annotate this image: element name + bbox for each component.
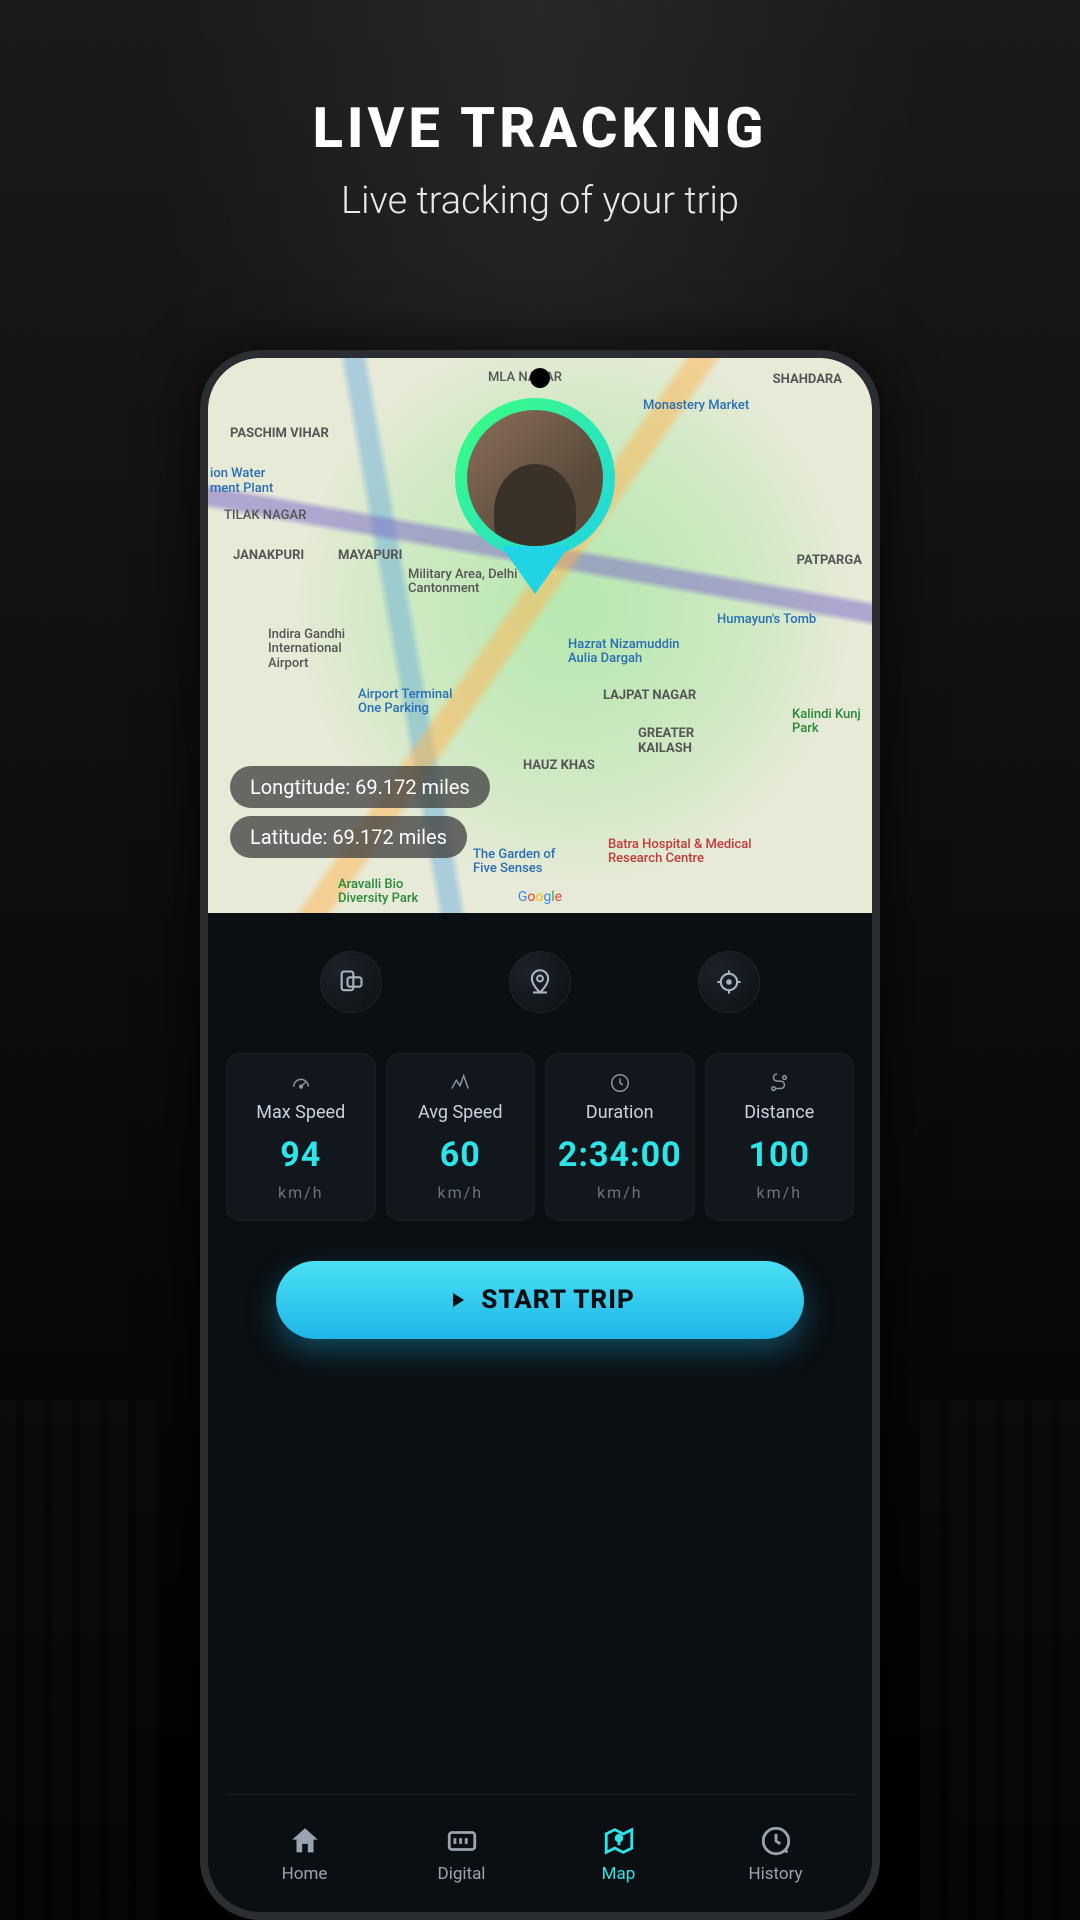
digital-icon [445,1824,479,1858]
map-place-label: HAUZ KHAS [523,758,595,773]
map-place-label: MAYAPURI [338,548,402,563]
stat-value: 2:34:00 [554,1135,686,1175]
gauge-icon [290,1072,312,1094]
map-place-label: SHAHDARA [773,372,842,387]
stat-label: Duration [554,1102,686,1123]
home-icon [288,1824,322,1858]
stat-label: Max Speed [235,1102,367,1123]
stat-unit: km/h [554,1183,686,1202]
bottom-nav: Home Digital Map History [226,1794,854,1912]
map-place-label: LAJPAT NAGAR [603,688,696,703]
avatar [467,410,603,546]
map-place-label: PATPARGA [797,553,862,568]
control-panel: Max Speed 94 km/h Avg Speed 60 km/h Dura… [208,913,872,1912]
route-icon [768,1072,790,1094]
map-place-label: MLA NAGAR [488,370,562,385]
nav-label: Map [602,1864,636,1884]
latitude-chip: Latitude: 69.172 miles [230,816,467,858]
hero-title: LIVE TRACKING [313,95,768,161]
map-place-label: Kalindi Kunj Park [792,708,862,737]
map-place-label: GREATER KAILASH [638,726,738,756]
stat-duration: Duration 2:34:00 km/h [545,1053,695,1221]
map-place-label: TILAK NAGAR [224,508,306,523]
map-place-label: The Garden of Five Senses [473,848,563,877]
map-place-label: Batra Hospital & Medical Research Centre [608,838,753,867]
rotate-device-icon [337,968,365,996]
map-place-label: JANAKPURI [233,548,304,563]
stat-distance: Distance 100 km/h [705,1053,855,1221]
stat-label: Distance [714,1102,846,1123]
phone-screen: MLA NAGAR SHAHDARA Monastery Market PASC… [208,358,872,1912]
avg-icon [449,1072,471,1094]
map-place-label: Hazrat Nizamuddin Aulia Dargah [568,638,688,667]
target-icon [715,968,743,996]
nav-digital[interactable]: Digital [383,1795,540,1912]
map-place-label: Humayun's Tomb [717,613,837,627]
start-trip-button[interactable]: START TRIP [276,1261,804,1339]
history-icon [759,1824,793,1858]
recenter-button[interactable] [698,951,760,1013]
nav-map[interactable]: Map [540,1795,697,1912]
stat-value: 60 [395,1135,527,1175]
stat-unit: km/h [395,1183,527,1202]
map-icon [602,1824,636,1858]
pin-icon [526,968,554,996]
stat-label: Avg Speed [395,1102,527,1123]
camera-notch [530,368,550,388]
phone-frame: MLA NAGAR SHAHDARA Monastery Market PASC… [200,350,880,1920]
action-row [226,933,854,1031]
map-place-label: Aravalli Bio Diversity Park [338,878,438,907]
nav-home[interactable]: Home [226,1795,383,1912]
rotate-device-button[interactable] [320,951,382,1013]
user-location-pin[interactable] [455,398,625,608]
nav-label: Home [282,1864,328,1884]
stat-value: 94 [235,1135,367,1175]
map-place-label: PASCHIM VIHAR [230,426,329,441]
clock-icon [609,1072,631,1094]
stat-value: 100 [714,1135,846,1175]
map-place-label: Airport Terminal One Parking [358,688,478,717]
stats-grid: Max Speed 94 km/h Avg Speed 60 km/h Dura… [226,1053,854,1221]
longitude-chip: Longtitude: 69.172 miles [230,766,490,808]
map[interactable]: MLA NAGAR SHAHDARA Monastery Market PASC… [208,358,872,913]
nav-history[interactable]: History [697,1795,854,1912]
stat-avg-speed: Avg Speed 60 km/h [386,1053,536,1221]
start-trip-label: START TRIP [481,1285,635,1315]
map-place-label: Indira Gandhi International Airport [268,628,378,671]
map-place-label: Monastery Market [643,398,749,413]
play-icon [445,1288,469,1312]
stat-unit: km/h [714,1183,846,1202]
stat-unit: km/h [235,1183,367,1202]
stat-max-speed: Max Speed 94 km/h [226,1053,376,1221]
nav-label: History [748,1864,802,1884]
nav-label: Digital [438,1864,486,1884]
location-pin-button[interactable] [509,951,571,1013]
hero-subtitle: Live tracking of your trip [341,179,739,223]
map-place-label: ion Water ment Plant [210,466,280,496]
